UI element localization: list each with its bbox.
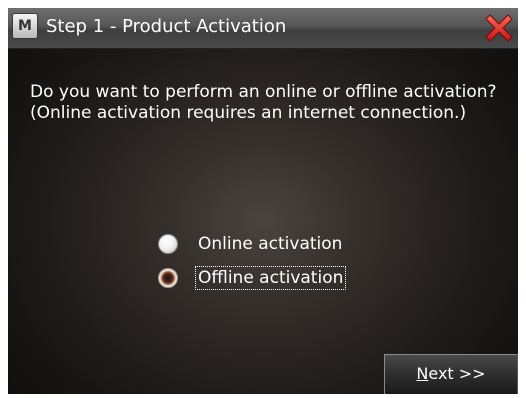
- activation-question: Do you want to perform an online or offl…: [30, 82, 497, 123]
- app-logo-icon: M: [12, 13, 38, 39]
- title-bar: M Step 1 - Product Activation: [8, 8, 518, 49]
- close-x-icon: [485, 14, 513, 42]
- activation-window: M Step 1 - Product Activation Do you wan…: [8, 8, 518, 394]
- offline-activation-option[interactable]: Offline activation: [158, 265, 347, 291]
- offline-radio-button[interactable]: [158, 268, 178, 288]
- close-button[interactable]: [482, 11, 516, 45]
- next-label: ext >>: [428, 364, 486, 383]
- online-activation-option[interactable]: Online activation: [158, 231, 344, 257]
- next-button[interactable]: Next >>: [384, 354, 518, 394]
- online-activation-label[interactable]: Online activation: [196, 233, 344, 255]
- online-radio-button[interactable]: [158, 234, 178, 254]
- offline-activation-label[interactable]: Offline activation: [194, 266, 347, 290]
- next-mnemonic: N: [416, 364, 429, 383]
- window-title: Step 1 - Product Activation: [46, 16, 287, 37]
